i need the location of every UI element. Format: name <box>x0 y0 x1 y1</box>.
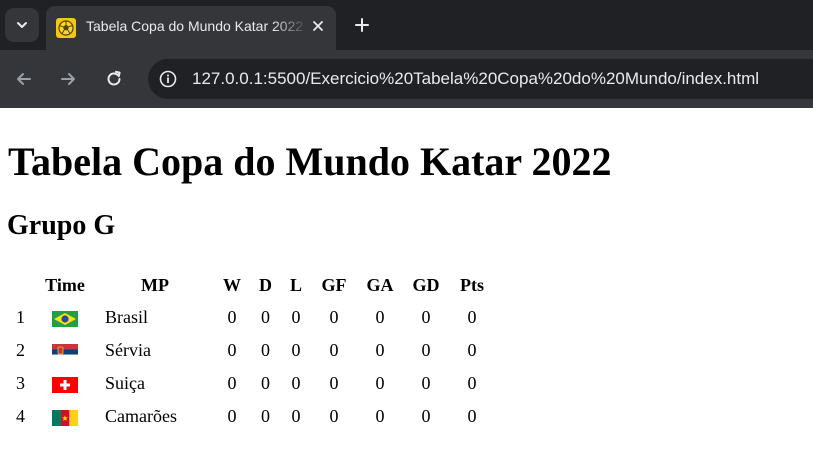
stat-w: 0 <box>261 340 270 360</box>
page-title: Tabela Copa do Mundo Katar 2022 <box>8 139 612 184</box>
header-l: L <box>290 274 303 295</box>
team-name: Sérvia <box>105 340 151 360</box>
tab-title-fade <box>272 10 308 42</box>
stat-gf: 0 <box>375 340 385 360</box>
stat-gd: 0 <box>467 373 477 393</box>
team-flag-cell <box>35 368 95 399</box>
stat-l: 0 <box>329 340 339 360</box>
stat-l: 0 <box>329 307 339 327</box>
switzerland-flag-icon <box>52 376 78 393</box>
soccer-ball-icon <box>56 18 76 38</box>
table-row: 4 Camarões 0 0 0 0 0 0 0 <box>8 401 494 432</box>
stat-gf: 0 <box>375 406 385 426</box>
url-text[interactable]: 127.0.0.1:5500/Exercicio%20Tabela%20Copa… <box>192 59 759 99</box>
brazil-flag-icon <box>52 310 78 327</box>
stat-w: 0 <box>261 307 270 327</box>
stat-gd: 0 <box>467 307 477 327</box>
reload-button[interactable] <box>102 67 126 91</box>
stat-l: 0 <box>329 373 339 393</box>
table-row: 2 Sérvia 0 0 0 0 0 0 0 <box>8 335 494 366</box>
group-title: Grupo G <box>7 210 116 241</box>
site-info-button[interactable] <box>158 69 178 89</box>
stat-w: 0 <box>261 373 270 393</box>
reload-icon <box>107 70 121 86</box>
header-ga: GA <box>366 274 394 295</box>
row-position: 4 <box>16 406 25 426</box>
tab-close-button[interactable] <box>308 16 328 36</box>
team-name: Suiça <box>105 373 145 393</box>
browser-toolbar: 127.0.0.1:5500/Exercicio%20Tabela%20Copa… <box>0 50 813 108</box>
new-tab-button[interactable] <box>350 13 374 37</box>
header-gd: GD <box>412 274 440 295</box>
browser-tab-active[interactable]: Tabela Copa do Mundo Katar 2022 <box>46 6 336 50</box>
plus-icon <box>355 18 369 32</box>
forward-button[interactable] <box>56 67 80 91</box>
stat-ga: 0 <box>421 340 431 360</box>
stat-gf: 0 <box>375 307 385 327</box>
table-row: 1 Brasil 0 0 0 0 0 0 0 <box>8 302 494 333</box>
team-name: Brasil <box>105 307 148 327</box>
table-row: 3 Suiça 0 0 0 0 0 0 0 <box>8 368 494 399</box>
back-button[interactable] <box>12 67 36 91</box>
stat-mp: 0 <box>227 307 237 327</box>
close-icon <box>313 21 323 31</box>
stat-l: 0 <box>329 406 339 426</box>
cameroon-flag-icon <box>52 409 78 426</box>
forward-arrow-icon <box>61 73 75 85</box>
chevron-down-icon <box>17 22 27 28</box>
header-d: D <box>259 274 272 295</box>
header-w: W <box>223 274 241 295</box>
page-content: Tabela Copa do Mundo Katar 2022 Grupo G … <box>0 108 813 453</box>
stat-ga: 0 <box>421 373 431 393</box>
stat-d: 0 <box>291 340 301 360</box>
header-time: Time <box>45 274 85 295</box>
header-mp: MP <box>141 274 169 295</box>
serbia-flag-icon <box>52 343 78 360</box>
stat-gd: 0 <box>467 406 477 426</box>
standings-table: Time MP W D L GF GA GD Pts 1 Brasil 0 0 … <box>6 268 496 434</box>
address-bar[interactable]: 127.0.0.1:5500/Exercicio%20Tabela%20Copa… <box>148 59 813 99</box>
info-icon <box>159 70 177 88</box>
stat-ga: 0 <box>421 406 431 426</box>
row-position: 2 <box>16 340 25 360</box>
table-header-row: Time MP W D L GF GA GD Pts <box>8 270 494 300</box>
team-flag-cell <box>35 401 95 432</box>
stat-d: 0 <box>291 406 301 426</box>
stat-mp: 0 <box>227 373 237 393</box>
row-position: 3 <box>16 373 25 393</box>
stat-w: 0 <box>261 406 270 426</box>
header-position <box>8 270 33 300</box>
header-gf: GF <box>321 274 347 295</box>
team-name: Camarões <box>105 406 177 426</box>
stat-d: 0 <box>291 373 301 393</box>
team-flag-cell <box>35 335 95 366</box>
row-position: 1 <box>16 307 25 327</box>
stat-gf: 0 <box>375 373 385 393</box>
stat-ga: 0 <box>421 307 431 327</box>
stat-mp: 0 <box>227 406 237 426</box>
stat-mp: 0 <box>227 340 237 360</box>
header-pts: Pts <box>460 274 485 295</box>
browser-tab-bar: Tabela Copa do Mundo Katar 2022 <box>0 0 813 50</box>
tab-search-button[interactable] <box>5 8 39 42</box>
stat-d: 0 <box>291 307 301 327</box>
back-arrow-icon <box>17 73 31 85</box>
stat-gd: 0 <box>467 340 477 360</box>
team-flag-cell <box>35 302 95 333</box>
